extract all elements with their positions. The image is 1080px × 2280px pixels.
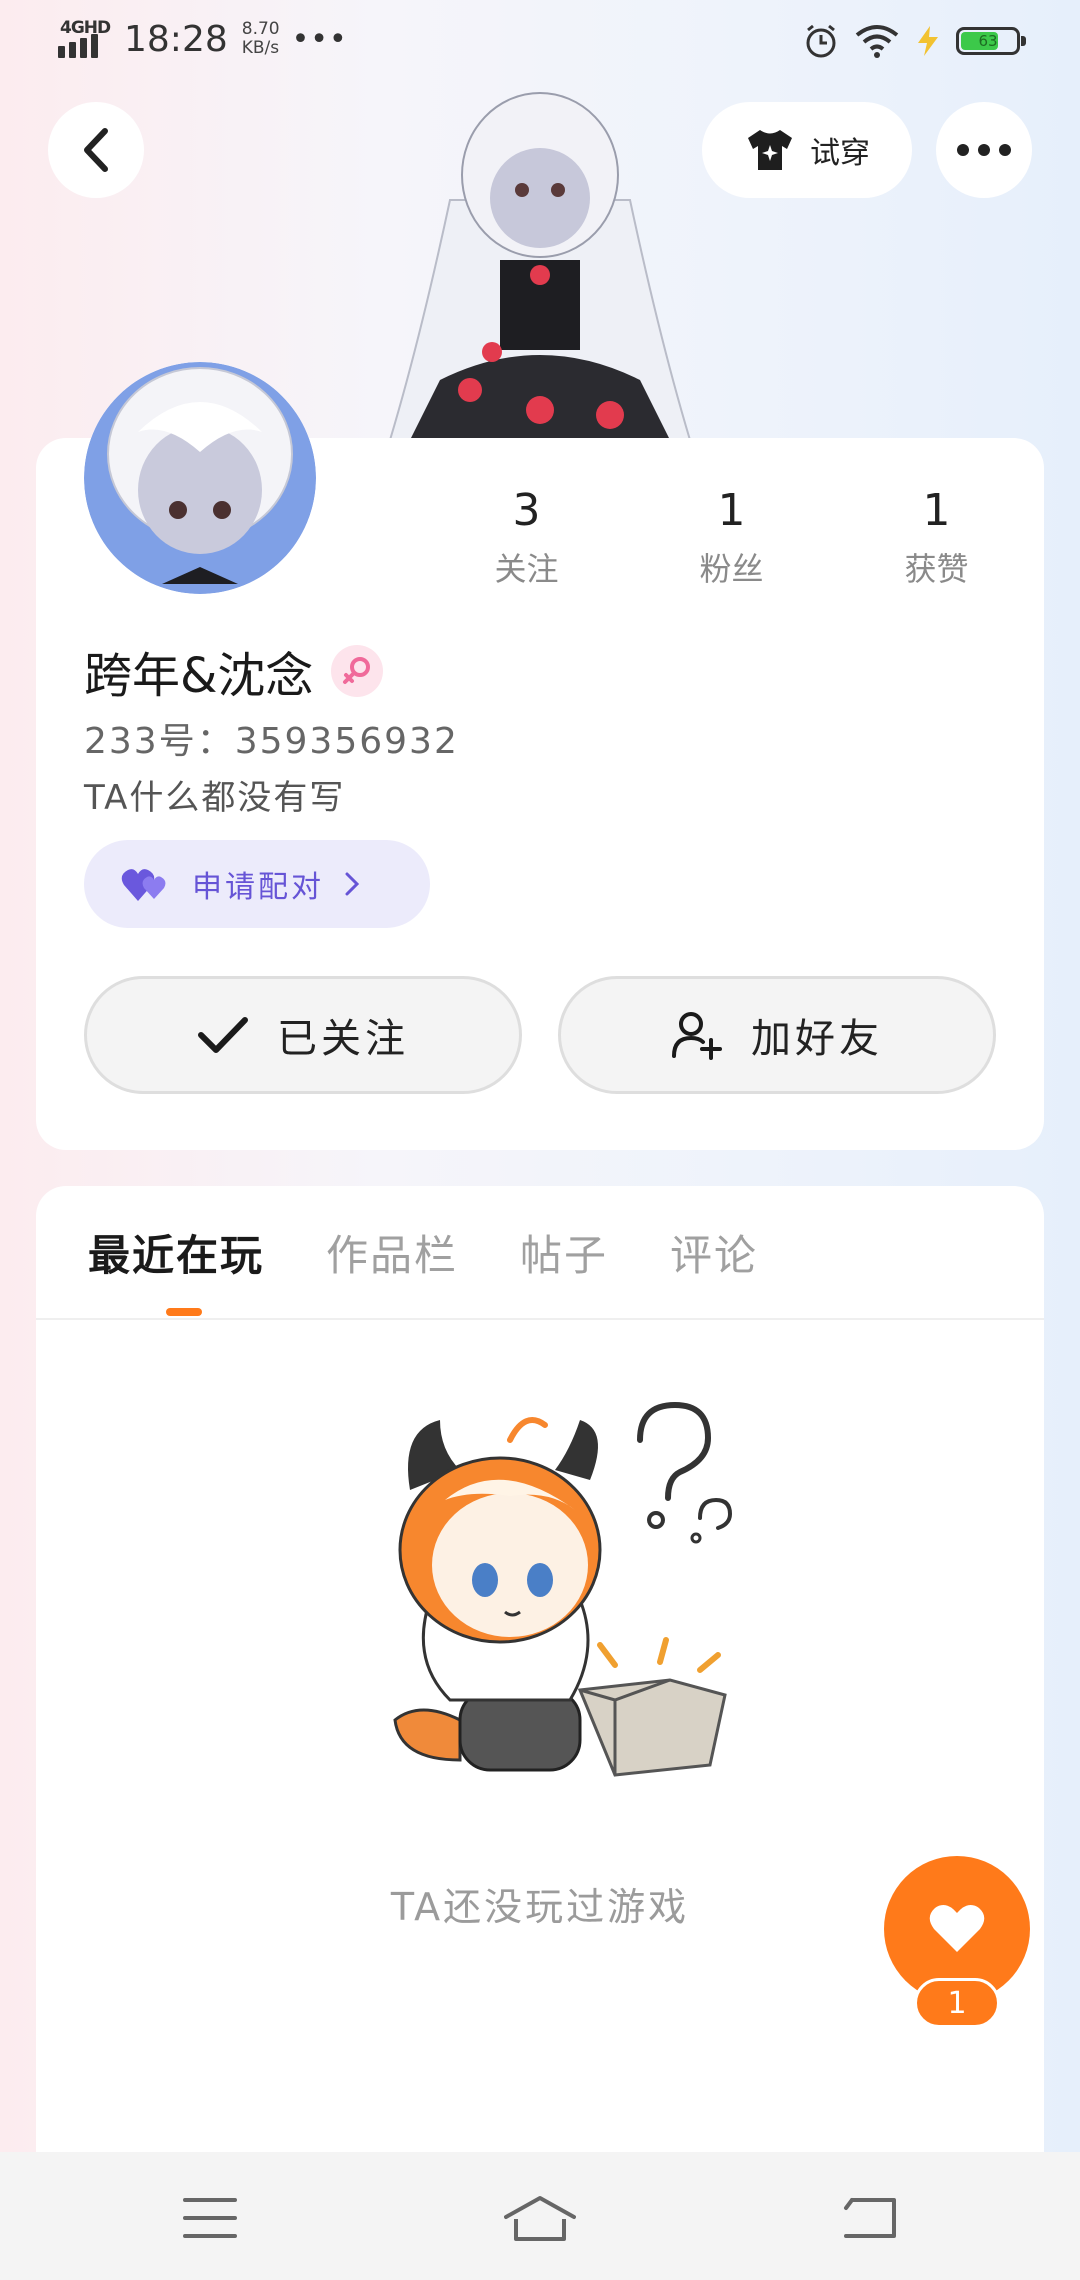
try-on-label: 试穿 xyxy=(810,136,870,171)
profile-stats: 3 关注 1 粉丝 1 获赞 xyxy=(424,486,1044,590)
request-pair-button[interactable]: 申请配对 xyxy=(84,840,430,928)
more-status-icon: ••• xyxy=(291,21,348,57)
signal-icon: 4GHD xyxy=(58,18,111,60)
nav-home-button[interactable] xyxy=(500,2188,580,2248)
wifi-icon xyxy=(855,25,899,58)
stat-following-label: 关注 xyxy=(494,550,559,588)
clock: 18:28 xyxy=(124,18,228,60)
stat-fans-label: 粉丝 xyxy=(699,550,764,588)
chevron-left-icon xyxy=(84,128,108,172)
system-navigation-bar xyxy=(0,2152,1080,2280)
charging-icon xyxy=(918,26,938,56)
battery-level: 63 xyxy=(978,32,998,50)
avatar-image xyxy=(84,362,316,594)
status-bar: 4GHD 18:28 8.70 KB/s ••• 63 xyxy=(0,0,1080,82)
followed-label: 已关注 xyxy=(277,1016,409,1062)
add-user-icon xyxy=(672,1012,722,1060)
stat-likes-label: 获赞 xyxy=(904,550,969,588)
followed-button[interactable]: 已关注 xyxy=(84,976,522,1094)
stat-likes-value: 1 xyxy=(922,485,951,536)
username: 跨年&沈念 xyxy=(84,648,314,704)
chevron-right-icon xyxy=(345,872,360,896)
network-type: 4GHD xyxy=(60,18,111,38)
stat-following-value: 3 xyxy=(512,485,541,536)
nav-back-button[interactable] xyxy=(830,2188,910,2248)
profile-tabs: 最近在玩 作品栏 帖子 评论 xyxy=(88,1222,758,1283)
empty-state-illustration xyxy=(393,1401,733,1777)
heart-icon xyxy=(929,1904,985,1952)
active-tab-indicator xyxy=(166,1308,202,1316)
speed-value: 8.70 xyxy=(241,19,280,39)
female-icon xyxy=(331,645,384,697)
network-speed: 8.70 KB/s xyxy=(242,20,280,58)
back-button[interactable] xyxy=(48,102,144,198)
stat-fans-value: 1 xyxy=(717,485,746,536)
tab-works[interactable]: 作品栏 xyxy=(326,1222,458,1283)
tab-recently-played[interactable]: 最近在玩 xyxy=(88,1222,264,1283)
more-dots-icon xyxy=(957,144,1011,156)
back-arrow-icon xyxy=(844,2198,896,2238)
tab-posts[interactable]: 帖子 xyxy=(520,1222,608,1283)
tab-divider xyxy=(36,1318,1044,1320)
home-icon xyxy=(504,2196,576,2241)
stat-likes[interactable]: 1 获赞 xyxy=(834,486,1039,590)
shirt-icon xyxy=(748,130,792,170)
add-friend-button[interactable]: 加好友 xyxy=(558,976,996,1094)
double-heart-icon xyxy=(121,869,166,901)
stat-following[interactable]: 3 关注 xyxy=(424,486,629,590)
battery-icon: 63 xyxy=(956,27,1026,55)
request-pair-label: 申请配对 xyxy=(192,870,324,905)
avatar[interactable] xyxy=(84,362,316,594)
like-count-badge: 1 xyxy=(914,1978,1000,2028)
alarm-icon xyxy=(806,24,836,58)
check-icon xyxy=(198,1017,248,1053)
speed-unit: KB/s xyxy=(241,38,280,58)
character-avatar-image xyxy=(388,92,692,440)
bio: TA什么都没有写 xyxy=(84,778,346,818)
tab-comments[interactable]: 评论 xyxy=(670,1222,758,1283)
try-on-button[interactable]: 试穿 xyxy=(702,102,912,198)
more-options-button[interactable] xyxy=(936,102,1032,198)
stat-fans[interactable]: 1 粉丝 xyxy=(629,486,834,590)
add-friend-label: 加好友 xyxy=(751,1016,883,1062)
username-row: 跨年&沈念 xyxy=(84,636,384,706)
user-id: 233号：359356932 xyxy=(84,721,459,762)
menu-icon xyxy=(183,2198,237,2238)
nav-menu-button[interactable] xyxy=(170,2188,250,2248)
